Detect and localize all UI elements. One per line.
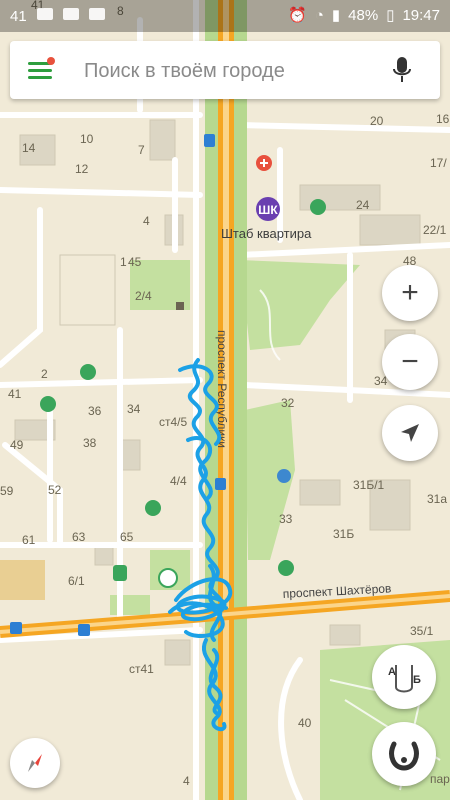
clock: 19:47 xyxy=(402,6,440,24)
svg-text:59: 59 xyxy=(0,484,14,498)
svg-text:63: 63 xyxy=(72,530,86,544)
svg-text:31Б/1: 31Б/1 xyxy=(353,478,385,492)
svg-text:2: 2 xyxy=(41,367,48,381)
youtube-icon xyxy=(62,8,79,20)
svg-text:52: 52 xyxy=(48,483,62,497)
svg-text:38: 38 xyxy=(83,436,97,450)
industrial-area xyxy=(0,560,45,600)
fuel-icon xyxy=(113,565,127,581)
bottle-icon xyxy=(310,199,326,215)
menu-icon[interactable] xyxy=(28,57,58,82)
app-notification-icon xyxy=(36,8,53,20)
signal-icon: ▮ xyxy=(331,7,341,24)
monument-icon xyxy=(176,302,184,310)
svg-text:36: 36 xyxy=(88,404,102,418)
svg-text:31Б: 31Б xyxy=(333,527,354,541)
compass-icon xyxy=(28,754,42,772)
svg-text:1: 1 xyxy=(120,255,127,269)
svg-text:Б: Б xyxy=(413,674,421,686)
route-button[interactable]: А Б xyxy=(372,645,436,709)
svg-text:35/1: 35/1 xyxy=(410,624,434,638)
compass-button[interactable] xyxy=(10,738,60,788)
zoom-out-label: − xyxy=(401,345,419,378)
alarm-icon: ⏰ xyxy=(288,7,307,24)
voice-assistant-button[interactable] xyxy=(372,722,436,786)
bottle-icon xyxy=(145,500,161,516)
svg-text:2/4: 2/4 xyxy=(135,289,152,303)
svg-text:6/1: 6/1 xyxy=(68,574,85,588)
wifi-icon: ◔ xyxy=(314,6,324,24)
svg-text:10: 10 xyxy=(80,132,94,146)
zoom-in-button[interactable]: + xyxy=(382,265,438,321)
my-location-button[interactable] xyxy=(382,405,438,461)
bus-stop-icon xyxy=(204,134,215,147)
svg-text:22/1: 22/1 xyxy=(423,223,447,237)
svg-text:45: 45 xyxy=(128,255,142,269)
svg-text:4/4: 4/4 xyxy=(170,474,187,488)
svg-text:4: 4 xyxy=(143,214,150,228)
navigation-arrow-icon xyxy=(401,424,419,442)
playground-icon xyxy=(277,469,291,483)
svg-text:А: А xyxy=(388,666,396,678)
svg-text:24: 24 xyxy=(356,198,370,212)
fountain-icon xyxy=(158,568,178,588)
battery-icon: ▯ xyxy=(386,7,395,24)
bus-stop-icon xyxy=(10,622,22,634)
bus-stop-icon xyxy=(215,478,226,490)
status-bar: 41 ⏰ ◔ ▮ 48% ▯ 19:47 xyxy=(0,0,450,32)
headquarters-label: Штаб квартира xyxy=(221,226,312,241)
battery-percent: 48% xyxy=(348,6,379,24)
svg-text:ст4/5: ст4/5 xyxy=(159,415,188,429)
bus-stop-icon xyxy=(78,624,90,636)
svg-text:41: 41 xyxy=(8,387,22,401)
svg-text:7: 7 xyxy=(138,143,145,157)
video-icon xyxy=(88,8,105,20)
search-input[interactable] xyxy=(82,53,376,89)
svg-text:12: 12 xyxy=(75,162,89,176)
zoom-in-label: + xyxy=(401,276,419,309)
svg-text:17/: 17/ xyxy=(430,156,447,170)
bottle-icon xyxy=(80,364,96,380)
bottle-icon xyxy=(278,560,294,576)
svg-text:16: 16 xyxy=(436,112,450,126)
svg-text:32: 32 xyxy=(281,396,295,410)
search-bar xyxy=(10,41,440,99)
cart-icon xyxy=(40,396,56,412)
route-ab-icon: А Б xyxy=(388,665,421,693)
status-number: 41 xyxy=(10,8,27,25)
microphone-icon[interactable] xyxy=(392,56,412,84)
notification-dot xyxy=(47,57,55,65)
zoom-out-button[interactable]: − xyxy=(382,334,438,390)
svg-text:49: 49 xyxy=(10,438,24,452)
svg-text:61: 61 xyxy=(22,533,36,547)
svg-text:33: 33 xyxy=(279,512,293,526)
svg-text:14: 14 xyxy=(22,141,36,155)
svg-text:40: 40 xyxy=(298,716,312,730)
svg-text:65: 65 xyxy=(120,530,134,544)
svg-text:ст41: ст41 xyxy=(129,662,154,676)
svg-text:34: 34 xyxy=(127,402,141,416)
headquarters-badge: ШК xyxy=(258,203,278,217)
pharmacy-icon xyxy=(256,155,272,171)
horseshoe-icon xyxy=(389,741,419,771)
svg-text:пар: пар xyxy=(430,772,450,786)
svg-text:31а: 31а xyxy=(427,492,447,506)
svg-text:4: 4 xyxy=(183,774,190,788)
svg-text:20: 20 xyxy=(370,114,384,128)
